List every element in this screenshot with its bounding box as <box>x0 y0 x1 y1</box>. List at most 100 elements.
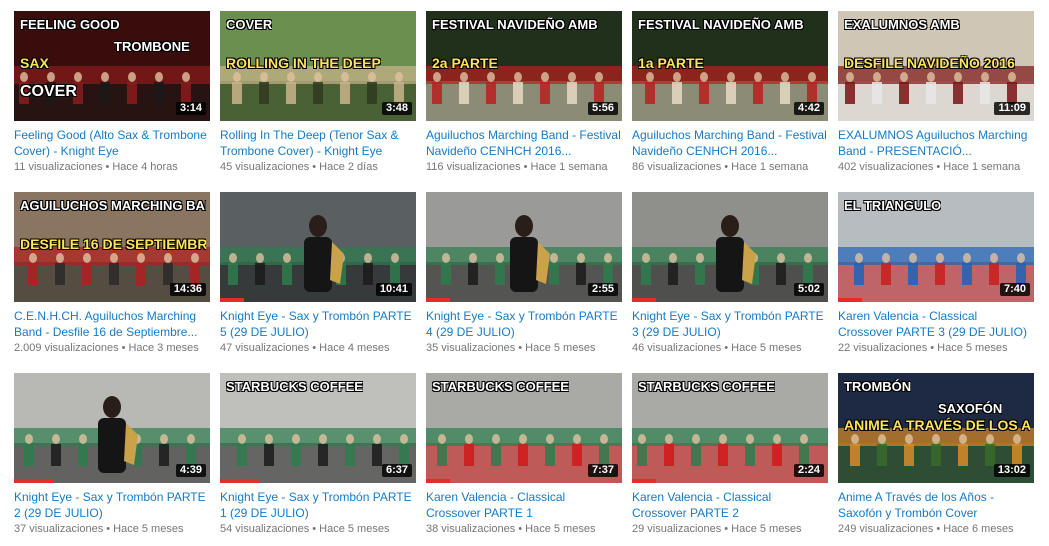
video-card[interactable]: FESTIVAL NAVIDEÑO AMB 1a PARTE 4:42 Aguiluc… <box>632 11 828 174</box>
video-card[interactable]: 5:02 Knight Eye - Sax y Trombón PARTE 3 (… <box>632 192 828 355</box>
video-meta: 86 visualizaciones • Hace 1 semana <box>632 160 828 174</box>
meta-separator: • <box>121 342 126 354</box>
video-title-link[interactable]: Karen Valencia - Classical Crossover PAR… <box>838 308 1034 340</box>
upload-age: Hace 3 meses <box>128 342 199 354</box>
video-thumbnail[interactable]: COVER ROLLING IN THE DEEP 3:48 <box>220 11 416 121</box>
meta-separator: • <box>518 523 523 535</box>
watch-progress-bar <box>838 298 862 302</box>
video-title-link[interactable]: Knight Eye - Sax y Trombón PARTE 4 (29 D… <box>426 308 622 340</box>
video-thumbnail[interactable]: AGUILUCHOS MARCHING BAND DESFILE 16 DE SE… <box>14 192 210 302</box>
upload-age: Hace 5 meses <box>731 523 802 535</box>
video-title-link[interactable]: Karen Valencia - Classical Crossover PAR… <box>632 489 828 521</box>
video-meta: 22 visualizaciones • Hace 5 meses <box>838 341 1034 355</box>
video-thumbnail[interactable]: FESTIVAL NAVIDEÑO AMB 1a PARTE 4:42 <box>632 11 828 121</box>
video-duration: 3:48 <box>381 102 412 115</box>
upload-age: Hace 5 meses <box>319 523 390 535</box>
watch-progress-bar <box>632 298 656 302</box>
video-thumbnail[interactable]: STARBUCKS COFFEE 2:24 <box>632 373 828 483</box>
video-title-link[interactable]: Rolling In The Deep (Tenor Sax & Trombon… <box>220 127 416 159</box>
video-card[interactable]: EL TRIANGULO 7:40 Karen Valencia - Classic… <box>838 192 1034 355</box>
video-card[interactable]: FESTIVAL NAVIDEÑO AMB 2a PARTE 5:56 Aguiluc… <box>426 11 622 174</box>
upload-age: Hace 4 meses <box>319 342 390 354</box>
video-duration: 10:41 <box>375 283 412 296</box>
upload-age: Hace 1 semana <box>530 161 608 173</box>
video-title-link[interactable]: Anime A Través de los Años - Saxofón y T… <box>838 489 1034 521</box>
video-meta: 35 visualizaciones • Hace 5 meses <box>426 341 622 355</box>
video-meta: 37 visualizaciones • Hace 5 meses <box>14 522 210 536</box>
upload-age: Hace 2 días <box>319 161 378 173</box>
video-duration: 2:55 <box>587 283 618 296</box>
view-count: 402 visualizaciones <box>838 161 934 173</box>
video-title-link[interactable]: EXALUMNOS Aguiluchos Marching Band - PRE… <box>838 127 1034 159</box>
meta-separator: • <box>936 161 941 173</box>
video-thumbnail[interactable]: 5:02 <box>632 192 828 302</box>
view-count: 22 visualizaciones <box>838 342 928 354</box>
video-card[interactable]: FEELING GOOD SAX TROMBONE COVER 3:14 Feeling … <box>14 11 210 174</box>
video-card[interactable]: AGUILUCHOS MARCHING BAND DESFILE 16 DE SE… <box>14 192 210 355</box>
meta-separator: • <box>724 161 729 173</box>
video-duration: 4:42 <box>793 102 824 115</box>
view-count: 38 visualizaciones <box>426 523 516 535</box>
video-card[interactable]: COVER ROLLING IN THE DEEP 3:48 Rolling In T… <box>220 11 416 174</box>
meta-separator: • <box>312 523 317 535</box>
video-card[interactable]: EXALUMNOS AMB DESFILE NAVIDEÑO 2016 11:09 E… <box>838 11 1034 174</box>
meta-separator: • <box>106 523 111 535</box>
view-count: 249 visualizaciones <box>838 523 934 535</box>
video-meta: 47 visualizaciones • Hace 4 meses <box>220 341 416 355</box>
upload-age: Hace 5 meses <box>525 523 596 535</box>
view-count: 2.009 visualizaciones <box>14 342 119 354</box>
video-title-link[interactable]: Feeling Good (Alto Sax & Trombone Cover)… <box>14 127 210 159</box>
video-duration: 7:40 <box>999 283 1030 296</box>
upload-age: Hace 1 semana <box>943 161 1021 173</box>
video-thumbnail[interactable]: 10:41 <box>220 192 416 302</box>
video-card[interactable]: TROMBÓNANIME A TRAVÉS DE LOS AÑOSSAXOFÓN… <box>838 373 1034 536</box>
video-meta: 11 visualizaciones • Hace 4 horas <box>14 160 210 174</box>
video-thumbnail[interactable]: FESTIVAL NAVIDEÑO AMB 2a PARTE 5:56 <box>426 11 622 121</box>
video-thumbnail[interactable]: EXALUMNOS AMB DESFILE NAVIDEÑO 2016 11:09 <box>838 11 1034 121</box>
video-title-link[interactable]: Knight Eye - Sax y Trombón PARTE 2 (29 D… <box>14 489 210 521</box>
upload-age: Hace 6 meses <box>943 523 1014 535</box>
view-count: 47 visualizaciones <box>220 342 310 354</box>
video-card[interactable]: STARBUCKS COFFEE 6:37 Knight Eye - Sax y T… <box>220 373 416 536</box>
video-title-link[interactable]: Knight Eye - Sax y Trombón PARTE 3 (29 D… <box>632 308 828 340</box>
view-count: 86 visualizaciones <box>632 161 722 173</box>
video-title-link[interactable]: Aguiluchos Marching Band - Festival Navi… <box>632 127 828 159</box>
video-meta: 402 visualizaciones • Hace 1 semana <box>838 160 1034 174</box>
video-thumbnail[interactable]: 2:55 <box>426 192 622 302</box>
view-count: 35 visualizaciones <box>426 342 516 354</box>
meta-separator: • <box>105 161 110 173</box>
video-meta: 29 visualizaciones • Hace 5 meses <box>632 522 828 536</box>
meta-separator: • <box>936 523 941 535</box>
video-duration: 3:14 <box>175 102 206 115</box>
meta-separator: • <box>724 523 729 535</box>
video-thumbnail[interactable]: TROMBÓNANIME A TRAVÉS DE LOS AÑOSSAXOFÓN… <box>838 373 1034 483</box>
video-card[interactable]: STARBUCKS COFFEE 7:37 Karen Valencia - Cla… <box>426 373 622 536</box>
video-title-link[interactable]: Karen Valencia - Classical Crossover PAR… <box>426 489 622 521</box>
upload-age: Hace 4 horas <box>112 161 178 173</box>
video-meta: 116 visualizaciones • Hace 1 semana <box>426 160 622 174</box>
watch-progress-bar <box>220 479 260 483</box>
meta-separator: • <box>523 161 528 173</box>
meta-separator: • <box>312 342 317 354</box>
watch-progress-bar <box>426 479 450 483</box>
video-thumbnail[interactable]: 4:39 <box>14 373 210 483</box>
video-card[interactable]: STARBUCKS COFFEE 2:24 Karen Valencia - Cla… <box>632 373 828 536</box>
video-card[interactable]: 2:55 Knight Eye - Sax y Trombón PARTE 4 (… <box>426 192 622 355</box>
video-thumbnail[interactable]: EL TRIANGULO 7:40 <box>838 192 1034 302</box>
video-thumbnail[interactable]: STARBUCKS COFFEE 7:37 <box>426 373 622 483</box>
video-title-link[interactable]: Aguiluchos Marching Band - Festival Navi… <box>426 127 622 159</box>
video-meta: 54 visualizaciones • Hace 5 meses <box>220 522 416 536</box>
video-title-link[interactable]: C.E.N.H.CH. Aguiluchos Marching Band - D… <box>14 308 210 340</box>
video-card[interactable]: 4:39 Knight Eye - Sax y Trombón PARTE 2 (… <box>14 373 210 536</box>
video-thumbnail[interactable]: STARBUCKS COFFEE 6:37 <box>220 373 416 483</box>
view-count: 54 visualizaciones <box>220 523 310 535</box>
video-thumbnail[interactable]: FEELING GOOD SAX TROMBONE COVER 3:14 <box>14 11 210 121</box>
view-count: 45 visualizaciones <box>220 161 310 173</box>
video-card[interactable]: 10:41 Knight Eye - Sax y Trombón PARTE 5 … <box>220 192 416 355</box>
video-duration: 11:09 <box>994 102 1030 115</box>
watch-progress-bar <box>220 298 244 302</box>
video-title-link[interactable]: Knight Eye - Sax y Trombón PARTE 1 (29 D… <box>220 489 416 521</box>
video-title-link[interactable]: Knight Eye - Sax y Trombón PARTE 5 (29 D… <box>220 308 416 340</box>
video-grid: FEELING GOOD SAX TROMBONE COVER 3:14 Feeling … <box>0 0 1049 546</box>
meta-separator: • <box>518 342 523 354</box>
